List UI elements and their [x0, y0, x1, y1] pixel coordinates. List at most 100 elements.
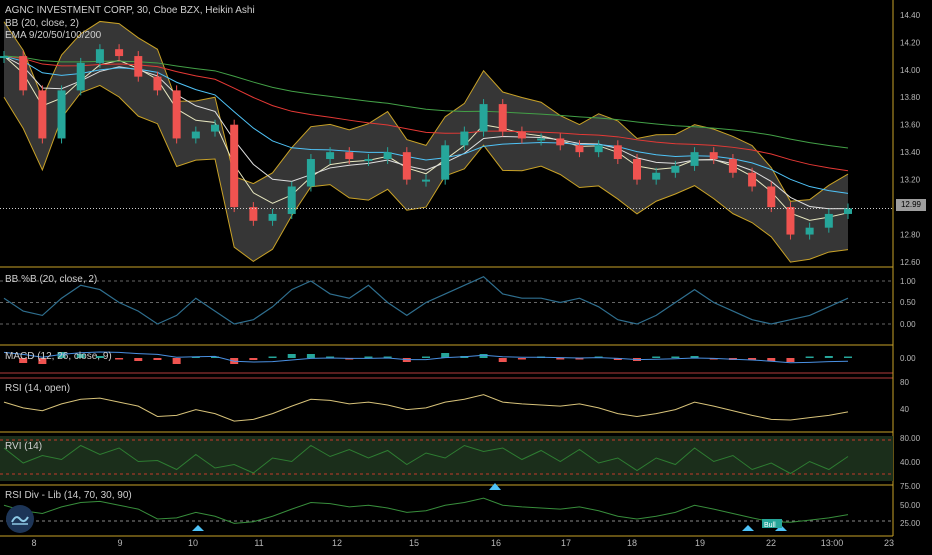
macd-histogram-bar [249, 358, 258, 360]
candle-body [134, 56, 143, 77]
rsi-tick: 40 [900, 405, 909, 414]
macd-histogram-bar [517, 358, 526, 360]
chart-stage[interactable]: 14.4014.2014.0013.8013.6013.4013.2013.00… [0, 0, 932, 550]
macd-histogram-bar [844, 356, 852, 358]
time-tick-label: 15 [409, 538, 419, 548]
candle-body [652, 172, 661, 180]
macd-histogram-bar [805, 356, 814, 358]
candle-body [306, 159, 315, 187]
bbpct-title[interactable]: BB %B (20, close, 2) [5, 274, 97, 285]
macd-histogram-bar [115, 358, 124, 360]
candle-body [786, 207, 795, 235]
macd-histogram-bar [671, 356, 680, 358]
candle-body [38, 90, 47, 139]
candle-body [422, 179, 430, 182]
rsidiv-tick: 25.00 [900, 519, 921, 528]
candle-body [153, 76, 162, 91]
time-tick-label: 18 [627, 538, 637, 548]
macd-histogram-bar [306, 354, 315, 358]
candle-body [690, 152, 699, 166]
candle-body [594, 145, 603, 153]
rvi-title[interactable]: RVI (14) [5, 441, 42, 452]
candle-body [460, 131, 469, 146]
macd-histogram-bar [172, 358, 181, 364]
candle-body [268, 213, 277, 221]
rsidiv-line [3, 497, 849, 524]
time-tick-label: 13:00 [821, 538, 844, 548]
rsidiv-title[interactable]: RSI Div - Lib (14, 70, 30, 90) [5, 490, 132, 501]
candle-body [728, 159, 737, 173]
ema-legend[interactable]: EMA 9/20/50/100/200 [5, 30, 101, 42]
macd-histogram-bar [652, 356, 661, 358]
macd-histogram-bar [422, 356, 430, 358]
time-tick-label: 12 [332, 538, 342, 548]
tradingview-logo-icon[interactable] [6, 505, 34, 533]
candle-body [326, 152, 335, 160]
divergence-marker [192, 525, 204, 531]
candle-body [402, 152, 411, 180]
bb-legend[interactable]: BB (20, close, 2) [5, 18, 79, 30]
price-tick-label: 12.60 [900, 258, 921, 267]
candle-body [287, 186, 296, 214]
price-tick-label: 13.20 [900, 176, 921, 185]
price-tick-label: 14.00 [900, 66, 921, 75]
candle-body [57, 90, 66, 139]
candle-body [76, 62, 85, 91]
macd-histogram-bar [824, 356, 833, 358]
time-tick-label: 23 [884, 538, 894, 548]
macd-title[interactable]: MACD (12, 26, close, 9) [5, 351, 112, 362]
candle-body [172, 90, 181, 139]
candle-body [575, 145, 584, 153]
price-tick-label: 14.20 [900, 38, 921, 47]
candle-body [824, 213, 833, 228]
macd-histogram-bar [287, 354, 296, 358]
candle-body [230, 124, 239, 208]
candle-body [19, 56, 28, 91]
candle-body [537, 138, 546, 141]
rvi-tick: 80.00 [900, 434, 921, 443]
bull-label: Bull [764, 522, 776, 529]
candle-body [556, 138, 565, 146]
macd-histogram-bar [364, 356, 373, 358]
candle-body [383, 152, 392, 160]
macd-histogram-bar [479, 354, 488, 358]
candle-body [115, 49, 124, 57]
time-tick-label: 8 [31, 538, 36, 548]
time-tick-label: 9 [117, 538, 122, 548]
rsi-tick: 80 [900, 378, 909, 387]
macd-histogram-bar [556, 358, 565, 360]
rsi-line [3, 394, 849, 422]
divergence-marker [742, 525, 754, 531]
rsi-title[interactable]: RSI (14, open) [5, 383, 70, 394]
candle-body [498, 104, 507, 132]
candle-body [479, 104, 488, 132]
time-tick-label: 22 [766, 538, 776, 548]
macd-histogram-bar [134, 358, 143, 361]
candle-body [671, 165, 680, 173]
bbpct-tick: 0.00 [900, 320, 916, 329]
macd-histogram-bar [153, 358, 162, 360]
chart-canvas[interactable]: 14.4014.2014.0013.8013.6013.4013.2013.00… [0, 0, 932, 550]
candle-body [441, 145, 450, 180]
candle-body [805, 227, 814, 235]
rsidiv-tick: 75.00 [900, 482, 921, 491]
candle-body [249, 207, 258, 221]
rvi-tick: 40.00 [900, 458, 921, 467]
price-tick-label: 14.40 [900, 11, 921, 20]
bbpct-tick: 0.50 [900, 298, 916, 307]
macd-tick: 0.00 [900, 354, 916, 363]
bbpct-tick: 1.00 [900, 277, 916, 286]
chart-title: AGNC INVESTMENT CORP, 30, Cboe BZX, Heik… [5, 5, 255, 16]
price-tick-label: 12.80 [900, 231, 921, 240]
macd-histogram-bar [498, 358, 507, 362]
candle-body [709, 152, 718, 160]
price-tick-label: 13.60 [900, 121, 921, 130]
bollinger-band-fill [4, 21, 848, 263]
macd-histogram-bar [786, 358, 795, 362]
divergence-marker [489, 483, 501, 490]
candle-body [748, 172, 757, 187]
time-tick-label: 11 [254, 538, 263, 548]
time-tick-label: 19 [695, 538, 705, 548]
price-tick-label: 13.80 [900, 93, 921, 102]
candle-body [364, 159, 373, 162]
